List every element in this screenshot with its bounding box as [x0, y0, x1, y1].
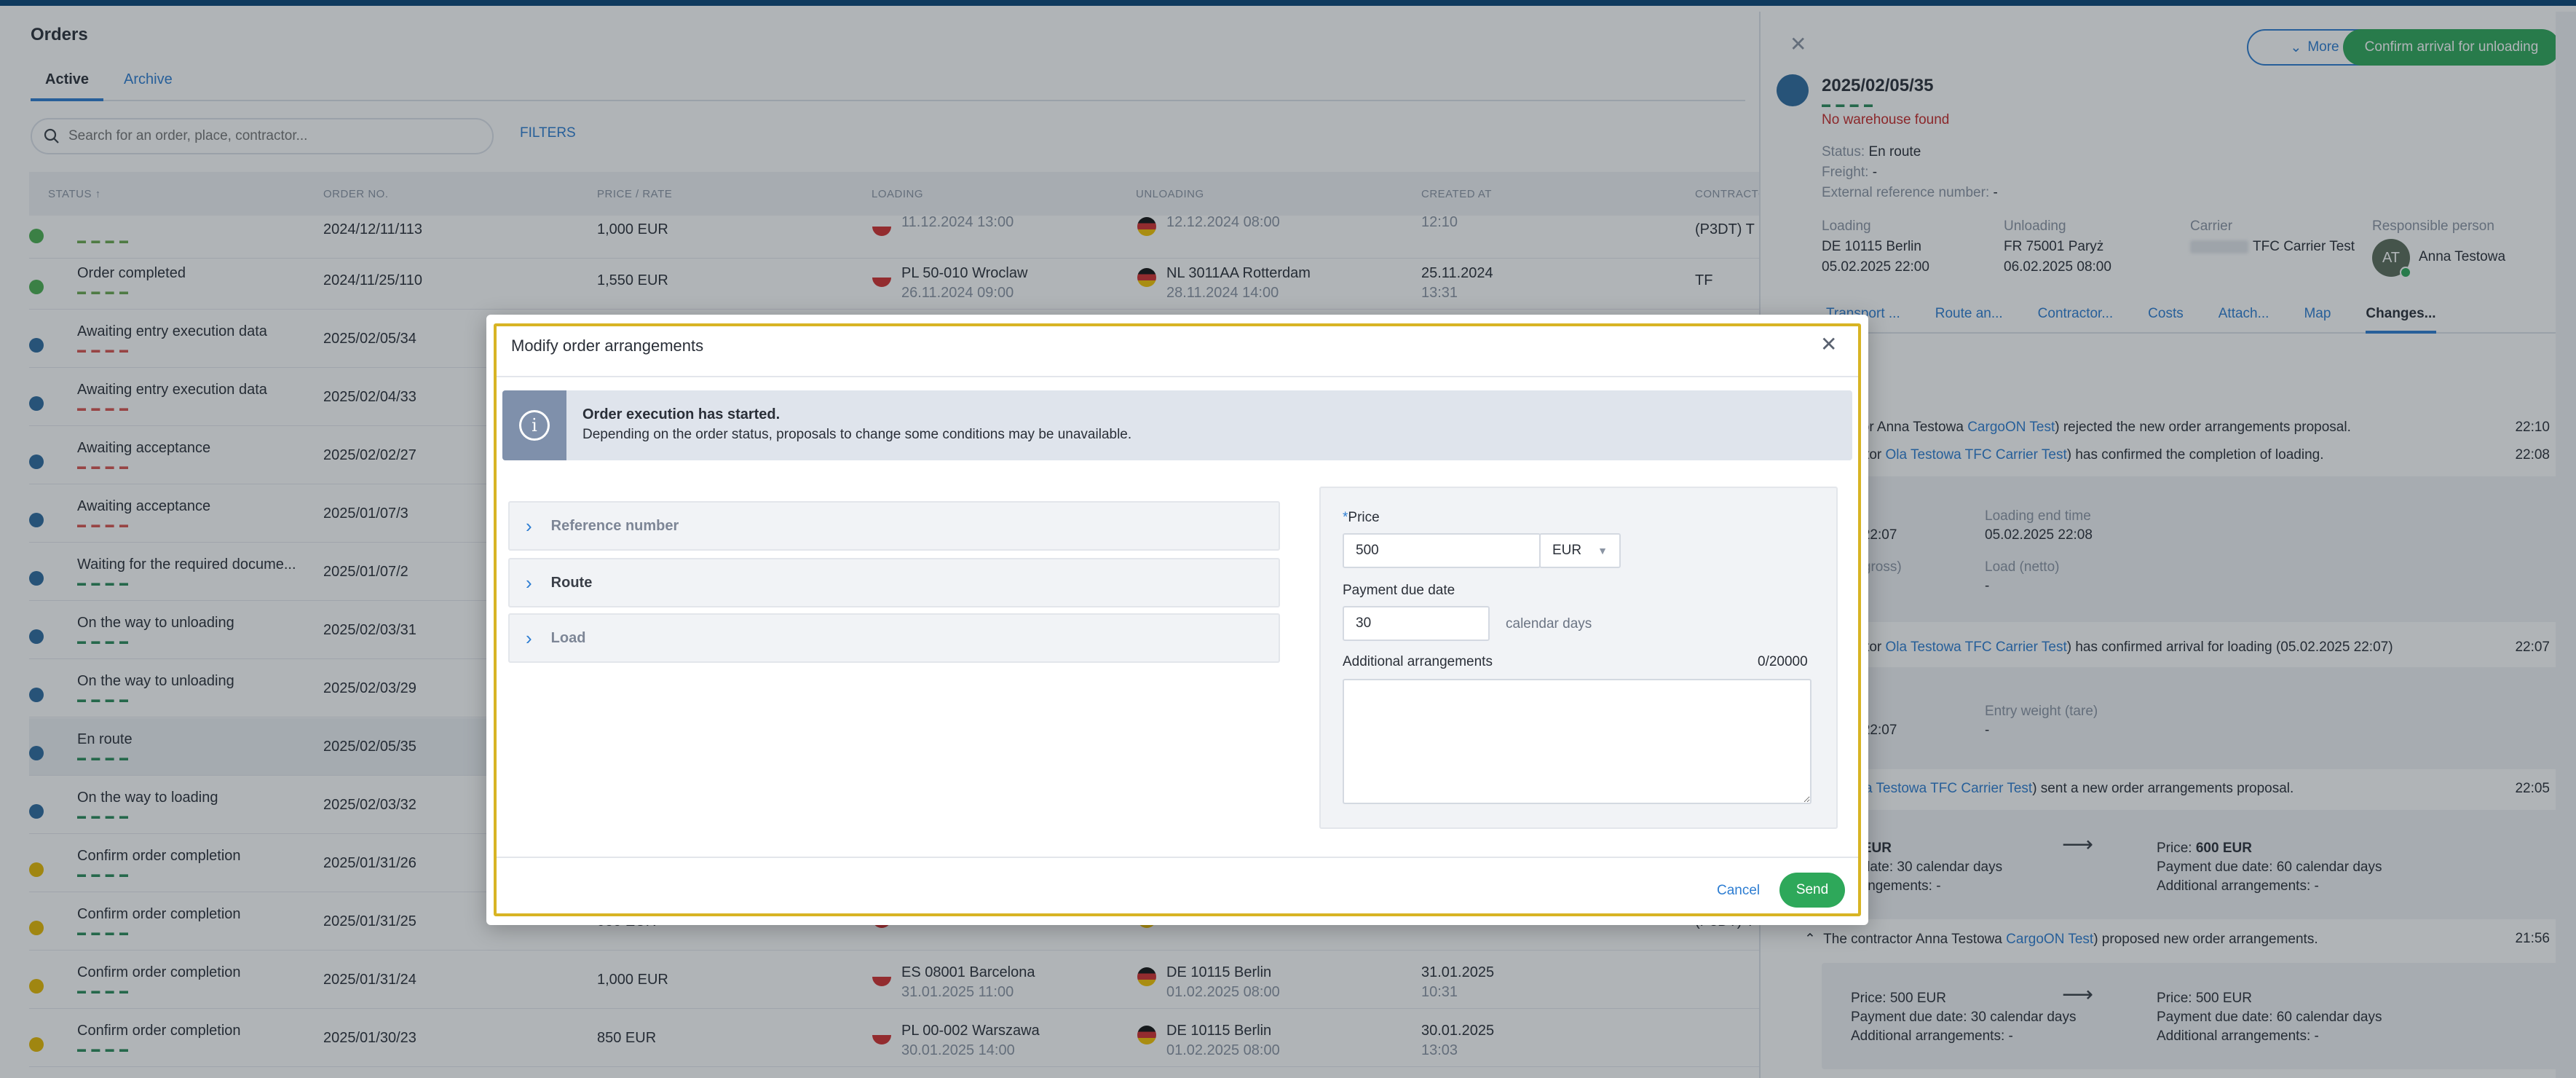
section-label: Reference number — [550, 517, 679, 534]
currency-select[interactable]: EUR ▼ — [1539, 533, 1621, 568]
price-label: *Price — [1343, 510, 1380, 526]
due-date-input[interactable]: 30 — [1343, 606, 1490, 641]
divider — [497, 376, 1858, 377]
info-text: Depending on the order status, proposals… — [582, 427, 1132, 442]
info-banner: i Order execution has started. Depending… — [502, 390, 1852, 460]
chevron-right-icon: › — [526, 514, 532, 537]
price-input[interactable]: 500 — [1343, 533, 1541, 568]
price-label-text: Price — [1348, 510, 1380, 525]
chevron-right-icon: › — [526, 571, 532, 594]
chevron-right-icon: › — [526, 626, 532, 649]
section-label: Route — [550, 574, 593, 591]
section-reference-number[interactable]: › Reference number — [508, 501, 1280, 551]
currency-value: EUR — [1552, 543, 1582, 558]
char-counter: 0/20000 — [1758, 654, 1808, 669]
due-date-label: Payment due date — [1343, 583, 1455, 598]
additional-textarea[interactable] — [1343, 679, 1812, 804]
info-icon: i — [502, 390, 566, 460]
cancel-button[interactable]: Cancel — [1717, 883, 1760, 899]
divider — [497, 857, 1858, 858]
section-route[interactable]: › Route — [508, 558, 1280, 607]
additional-label: Additional arrangements — [1343, 654, 1493, 669]
section-load[interactable]: › Load — [508, 613, 1280, 663]
modify-arrangements-modal: Modify order arrangements ✕ i Order exec… — [486, 315, 1868, 925]
due-date-unit: calendar days — [1506, 616, 1592, 632]
section-label: Load — [550, 629, 586, 646]
arrangements-form: *Price 500 EUR ▼ Payment due date 30 cale… — [1319, 487, 1838, 829]
caret-down-icon: ▼ — [1597, 545, 1608, 556]
close-icon[interactable]: ✕ — [1820, 332, 1837, 356]
modal-title: Modify order arrangements — [511, 337, 704, 355]
send-button[interactable]: Send — [1779, 873, 1845, 908]
orders-app: Orders Active Archive FILTERS STATUS ↑ O… — [0, 0, 2576, 1078]
info-title: Order execution has started. — [582, 406, 781, 422]
